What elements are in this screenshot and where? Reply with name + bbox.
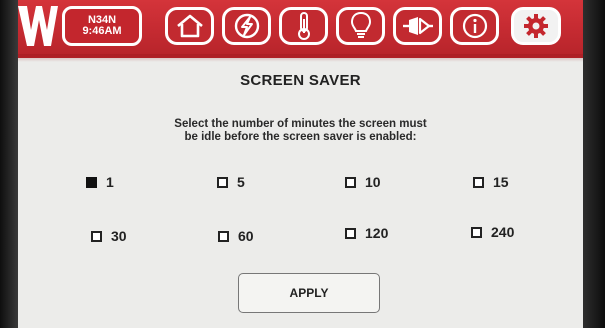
info-button[interactable] (450, 7, 499, 45)
temperature-button[interactable] (279, 7, 328, 45)
checkbox-1[interactable] (86, 176, 97, 188)
checkbox-240[interactable] (471, 226, 482, 238)
station-time-display: N34N 9:46AM (62, 6, 142, 46)
device-bezel-right (583, 0, 605, 328)
checkbox-30[interactable] (91, 230, 102, 242)
option-label: 1 (106, 174, 114, 190)
device-bezel-left (0, 0, 18, 328)
thermometer-icon (297, 12, 310, 40)
checkbox-5[interactable] (217, 176, 228, 188)
lightbulb-icon (350, 11, 371, 38)
home-button[interactable] (165, 7, 214, 45)
info-icon (462, 13, 487, 39)
lighting-button[interactable] (336, 7, 385, 45)
option-label: 240 (491, 224, 515, 240)
touch-screen: N34N 9:46AM SCREEN SAVER Select the numb… (18, 0, 583, 328)
apply-button[interactable]: APPLY (238, 273, 380, 313)
brand-logo (18, 6, 58, 46)
option-label: 15 (493, 174, 509, 190)
home-icon (176, 14, 203, 38)
power-icon (234, 13, 259, 39)
connector-icon (402, 17, 433, 35)
instruction-line-2: be idle before the screen saver is enabl… (184, 131, 417, 143)
option-label: 10 (365, 174, 381, 190)
option-30-minutes[interactable]: 30 (91, 228, 127, 244)
checkbox-60[interactable] (218, 230, 229, 242)
option-label: 5 (237, 174, 245, 190)
option-label: 60 (238, 228, 254, 244)
header-shadow (18, 54, 583, 62)
option-10-minutes[interactable]: 10 (345, 174, 381, 190)
power-button[interactable] (222, 7, 271, 45)
settings-button[interactable] (511, 7, 561, 45)
checkbox-10[interactable] (345, 176, 356, 188)
connector-button[interactable] (393, 7, 442, 45)
option-label: 30 (111, 228, 127, 244)
option-label: 120 (365, 225, 389, 241)
checkbox-15[interactable] (473, 176, 484, 188)
option-1-minute[interactable]: 1 (86, 174, 114, 190)
option-120-minutes[interactable]: 120 (345, 225, 388, 241)
option-15-minutes[interactable]: 15 (473, 174, 509, 190)
option-5-minutes[interactable]: 5 (217, 174, 245, 190)
page-title: SCREEN SAVER (240, 72, 361, 89)
gear-icon (524, 14, 548, 38)
option-240-minutes[interactable]: 240 (471, 224, 514, 240)
instruction-line-1: Select the number of minutes the screen … (174, 118, 427, 130)
option-60-minutes[interactable]: 60 (218, 228, 254, 244)
clock-time: 9:46AM (82, 25, 122, 37)
checkbox-120[interactable] (345, 227, 356, 239)
header-bar: N34N 9:46AM (18, 0, 583, 58)
instruction-text: Select the number of minutes the screen … (18, 118, 583, 144)
